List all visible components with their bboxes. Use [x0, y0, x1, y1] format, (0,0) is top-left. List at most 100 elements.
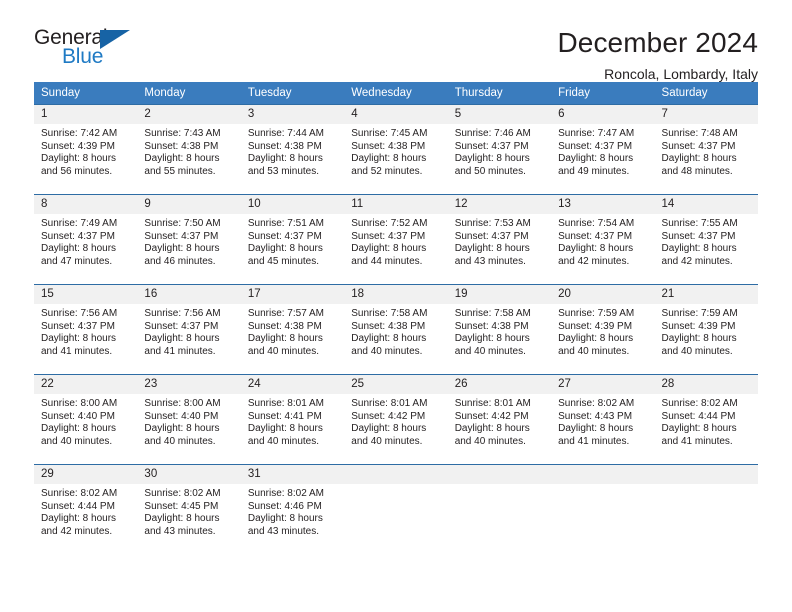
sunset-text: Sunset: 4:37 PM [454, 230, 529, 242]
sunset-text: Sunset: 4:37 PM [558, 140, 633, 152]
calendar-day-cell[interactable]: 9 Sunrise: 7:50 AM Sunset: 4:37 PM Daylight… [137, 194, 241, 285]
daylight-text-line2: and 40 minutes. [247, 435, 320, 447]
day-details: Sunrise: 7:52 AM Sunset: 4:37 PM Daylight:… [344, 214, 447, 268]
daylight-text-line1: Daylight: 8 hours [41, 243, 117, 255]
sunrise-text: Sunrise: 7:49 AM [41, 218, 118, 229]
calendar-day-cell[interactable]: 4 Sunrise: 7:45 AM Sunset: 4:38 PM Daylight… [344, 104, 448, 195]
daylight-text-line2: and 43 minutes. [454, 255, 526, 267]
day-details: Sunrise: 7:47 AM Sunset: 4:37 PM Daylight:… [551, 124, 654, 178]
calendar-day-cell[interactable]: 21 Sunrise: 7:59 AM Sunset: 4:39 PM Dayligh… [654, 284, 758, 375]
daylight-text-line2: and 42 minutes. [558, 255, 630, 267]
sunrise-text: Sunrise: 7:58 AM [351, 308, 428, 319]
sunset-text: Sunset: 4:37 PM [41, 320, 115, 332]
calendar-day-cell[interactable]: 25 Sunrise: 8:01 AM Sunset: 4:42 PM Dayligh… [344, 374, 448, 465]
daylight-text-line2: and 43 minutes. [144, 525, 216, 537]
day-number: 7 [654, 105, 758, 124]
calendar-day-cell[interactable]: 23 Sunrise: 8:00 AM Sunset: 4:40 PM Dayligh… [137, 374, 241, 465]
calendar-day-cell[interactable]: 5 Sunrise: 7:46 AM Sunset: 4:37 PM Daylight… [447, 104, 552, 195]
sunrise-text: Sunrise: 8:02 AM [558, 398, 635, 409]
day-details: Sunrise: 7:44 AM Sunset: 4:38 PM Daylight:… [241, 124, 344, 178]
page-subtitle: Roncola, Lombardy, Italy [604, 66, 758, 82]
sunset-text: Sunset: 4:42 PM [454, 410, 529, 422]
calendar-day-cell[interactable]: 14 Sunrise: 7:55 AM Sunset: 4:37 PM Dayligh… [654, 194, 758, 285]
calendar-day-cell[interactable]: 8 Sunrise: 7:49 AM Sunset: 4:37 PM Daylight… [34, 194, 138, 285]
day-number: 18 [344, 285, 448, 304]
calendar-day-cell[interactable]: 19 Sunrise: 7:58 AM Sunset: 4:38 PM Dayligh… [447, 284, 552, 375]
day-number: 5 [447, 105, 552, 124]
calendar-day-cell[interactable]: 28 Sunrise: 8:02 AM Sunset: 4:44 PM Dayligh… [654, 374, 758, 465]
day-number [447, 465, 552, 484]
sunset-text: Sunset: 4:38 PM [454, 320, 529, 332]
daylight-text-line2: and 42 minutes. [661, 255, 733, 267]
sunrise-text: Sunrise: 7:43 AM [144, 128, 221, 139]
sunrise-text: Sunrise: 8:00 AM [41, 398, 118, 409]
sunrise-text: Sunrise: 7:58 AM [454, 308, 531, 319]
sunset-text: Sunset: 4:37 PM [661, 140, 736, 152]
day-number: 12 [447, 195, 552, 214]
calendar-day-cell[interactable]: 11 Sunrise: 7:52 AM Sunset: 4:37 PM Dayligh… [344, 194, 448, 285]
general-blue-logo[interactable]: General Blue [34, 26, 146, 76]
day-details: Sunrise: 7:46 AM Sunset: 4:37 PM Daylight:… [448, 124, 551, 178]
sunrise-text: Sunrise: 8:01 AM [351, 398, 428, 409]
daylight-text-line2: and 48 minutes. [661, 165, 733, 177]
calendar-day-cell[interactable]: 1 Sunrise: 7:42 AM Sunset: 4:39 PM Daylight… [34, 104, 138, 195]
calendar-day-cell[interactable]: 15 Sunrise: 7:56 AM Sunset: 4:37 PM Dayligh… [34, 284, 138, 375]
day-details: Sunrise: 8:02 AM Sunset: 4:46 PM Daylight:… [241, 484, 344, 538]
daylight-text-line1: Daylight: 8 hours [558, 333, 634, 345]
page-title: December 2024 [557, 27, 758, 58]
calendar-day-cell[interactable]: 3 Sunrise: 7:44 AM Sunset: 4:38 PM Daylight… [240, 104, 345, 195]
calendar-day-cell[interactable]: 12 Sunrise: 7:53 AM Sunset: 4:37 PM Dayligh… [447, 194, 552, 285]
calendar-day-cell[interactable]: 7 Sunrise: 7:48 AM Sunset: 4:37 PM Daylight… [654, 104, 758, 195]
daylight-text-line2: and 40 minutes. [661, 345, 733, 357]
daylight-text-line1: Daylight: 8 hours [247, 333, 323, 345]
daylight-text-line2: and 47 minutes. [41, 255, 113, 267]
calendar-day-cell[interactable]: 29 Sunrise: 8:02 AM Sunset: 4:44 PM Dayligh… [34, 464, 138, 555]
sunset-text: Sunset: 4:39 PM [661, 320, 736, 332]
calendar-day-cell[interactable]: 22 Sunrise: 8:00 AM Sunset: 4:40 PM Dayligh… [34, 374, 138, 465]
day-number: 30 [137, 465, 241, 484]
daylight-text-line1: Daylight: 8 hours [351, 153, 427, 165]
daylight-text-line1: Daylight: 8 hours [454, 423, 530, 435]
calendar-day-cell[interactable]: 26 Sunrise: 8:01 AM Sunset: 4:42 PM Dayligh… [447, 374, 552, 465]
calendar-day-cell[interactable]: 31 Sunrise: 8:02 AM Sunset: 4:46 PM Dayligh… [240, 464, 345, 555]
day-number: 19 [447, 285, 552, 304]
day-details: Sunrise: 7:43 AM Sunset: 4:38 PM Daylight:… [137, 124, 240, 178]
day-number: 6 [551, 105, 655, 124]
calendar-day-cell[interactable]: 30 Sunrise: 8:02 AM Sunset: 4:45 PM Dayligh… [137, 464, 241, 555]
sunrise-text: Sunrise: 7:59 AM [661, 308, 738, 319]
calendar-day-cell[interactable]: 10 Sunrise: 7:51 AM Sunset: 4:37 PM Dayligh… [240, 194, 345, 285]
calendar-day-cell[interactable]: 6 Sunrise: 7:47 AM Sunset: 4:37 PM Daylight… [551, 104, 655, 195]
daylight-text-line2: and 46 minutes. [144, 255, 216, 267]
calendar-day-cell[interactable]: 17 Sunrise: 7:57 AM Sunset: 4:38 PM Dayligh… [240, 284, 345, 375]
calendar-day-cell[interactable]: 13 Sunrise: 7:54 AM Sunset: 4:37 PM Dayligh… [551, 194, 655, 285]
calendar-page: General Blue December 2024 Roncola, Lomb… [0, 0, 792, 612]
daylight-text-line1: Daylight: 8 hours [454, 153, 530, 165]
calendar-day-cell[interactable]: 27 Sunrise: 8:02 AM Sunset: 4:43 PM Dayligh… [551, 374, 655, 465]
logo-text-blue: Blue [62, 45, 104, 68]
calendar-day-cell[interactable]: 2 Sunrise: 7:43 AM Sunset: 4:38 PM Daylight… [137, 104, 241, 195]
daylight-text-line1: Daylight: 8 hours [144, 513, 220, 525]
day-number: 22 [34, 375, 138, 394]
calendar-day-cell[interactable]: 20 Sunrise: 7:59 AM Sunset: 4:39 PM Dayligh… [551, 284, 655, 375]
calendar-day-cell[interactable]: 18 Sunrise: 7:58 AM Sunset: 4:38 PM Dayligh… [344, 284, 448, 375]
daylight-text-line2: and 50 minutes. [454, 165, 526, 177]
day-details: Sunrise: 7:42 AM Sunset: 4:39 PM Daylight:… [34, 124, 137, 178]
daylight-text-line2: and 41 minutes. [144, 345, 216, 357]
day-details: Sunrise: 7:51 AM Sunset: 4:37 PM Daylight:… [241, 214, 344, 268]
day-details: Sunrise: 8:01 AM Sunset: 4:42 PM Daylight:… [344, 394, 447, 448]
daylight-text-line2: and 42 minutes. [41, 525, 113, 537]
daylight-text-line1: Daylight: 8 hours [144, 423, 220, 435]
daylight-text-line2: and 44 minutes. [351, 255, 423, 267]
calendar-day-cell[interactable]: 16 Sunrise: 7:56 AM Sunset: 4:37 PM Dayligh… [137, 284, 241, 375]
calendar-week-row: 15 Sunrise: 7:56 AM Sunset: 4:37 PM Dayligh… [34, 284, 758, 375]
daylight-text-line2: and 40 minutes. [351, 345, 423, 357]
day-number: 9 [137, 195, 241, 214]
day-details: Sunrise: 7:58 AM Sunset: 4:38 PM Daylight:… [448, 304, 551, 358]
day-details: Sunrise: 7:50 AM Sunset: 4:37 PM Daylight:… [137, 214, 240, 268]
daylight-text-line2: and 41 minutes. [661, 435, 733, 447]
day-number: 8 [34, 195, 138, 214]
daylight-text-line2: and 56 minutes. [41, 165, 113, 177]
daylight-text-line2: and 55 minutes. [144, 165, 216, 177]
calendar-day-cell[interactable]: 24 Sunrise: 8:01 AM Sunset: 4:41 PM Dayligh… [240, 374, 345, 465]
sunrise-text: Sunrise: 7:52 AM [351, 218, 428, 229]
